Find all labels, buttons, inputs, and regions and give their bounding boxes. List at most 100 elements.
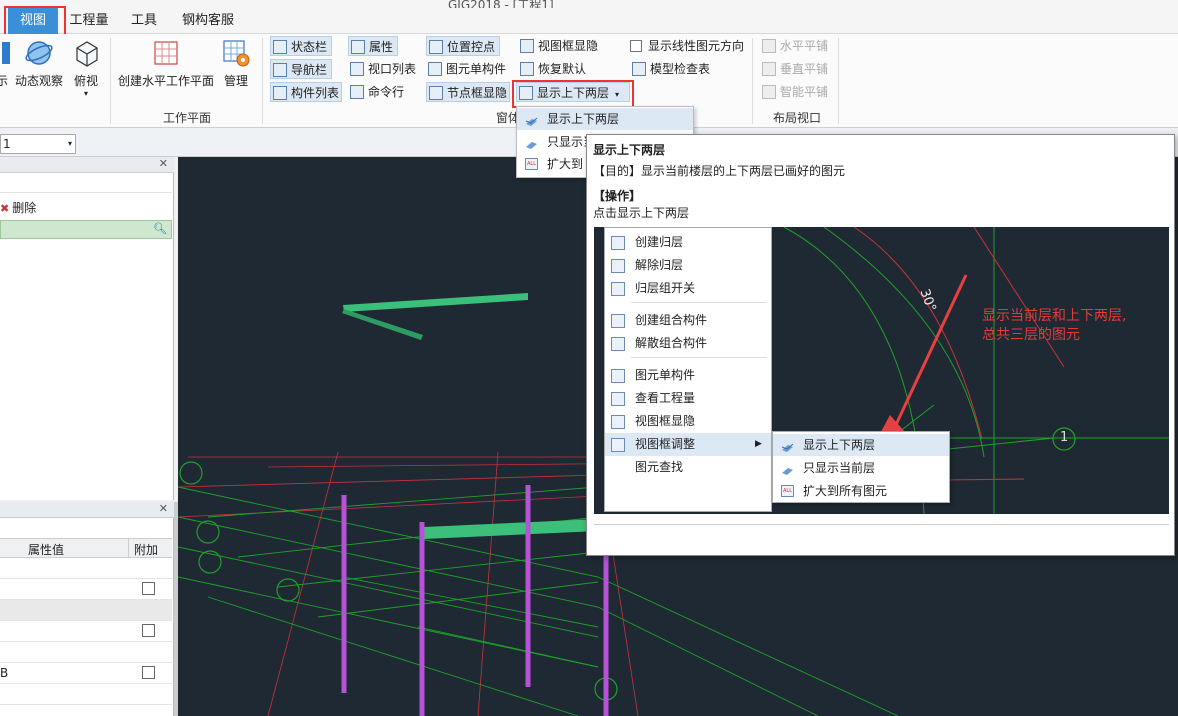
node-frame-label: 节点框显隐 [447,86,508,100]
command-line-button[interactable]: 命令行 [348,82,412,102]
column-header-extra: 附加 [134,543,159,557]
submenu-arrow-icon: ▶ [755,439,762,449]
vertical-tile-label: 垂直平铺 [780,62,829,76]
property-row[interactable] [0,600,172,621]
delete-button[interactable]: ✖ 删除 [0,199,36,216]
group-separator [262,38,263,124]
tab-tools[interactable]: 工具 [122,8,166,34]
vertical-tile-button[interactable]: 垂直平铺 [760,59,832,79]
property-row[interactable] [0,558,172,579]
submenu-item-current-layer[interactable]: 只显示当前层 [773,457,949,479]
viewframe-submenu: 显示上下两层 只显示当前层 ALL 扩大到所有图元 [772,431,950,503]
restore-default-button[interactable]: 恢复默认 [518,59,592,79]
extra-checkbox[interactable] [142,624,155,637]
smart-tile-button[interactable]: 智能平铺 [760,82,832,102]
menu-item-single-element[interactable]: 图元单构件 [605,364,771,387]
property-panel: ✕ 属性值 附加 B [0,502,174,716]
axis-circles [179,461,618,701]
menu-item-view-quantity[interactable]: 查看工程量 [605,387,771,410]
floor-select[interactable]: 1 ▾ [0,134,76,154]
command-line-label: 命令行 [368,85,405,99]
property-row[interactable] [0,684,172,705]
column-divider [128,539,129,558]
menu-item-layer-switch[interactable]: 归层组开关 [605,277,771,300]
top-view-button[interactable]: 俯视 ▾ [70,38,102,98]
viewframe-hide-icon [520,39,534,53]
dynamic-observe-button[interactable]: 动态观察 [14,38,64,89]
menu-item-label: 归层组开关 [635,281,696,295]
property-grid-header: 属性值 附加 [0,538,172,558]
group-label-workplane: 工作平面 [163,111,212,125]
show-direction-checkbox[interactable]: 显示线性图元方向 [628,36,748,56]
menu-item-release-layer-group[interactable]: 解除归层 [605,254,771,277]
menu-separator [631,357,767,358]
submenu-item-expand-all[interactable]: ALL 扩大到所有图元 [773,480,949,502]
extra-checkbox[interactable] [142,666,155,679]
viewport-list-icon [350,62,364,76]
show-direction-label: 显示线性图元方向 [648,39,745,53]
tab-steel-service[interactable]: 钢构客服 [176,8,240,34]
menu-item-label: 视图框显隐 [635,414,696,428]
properties-button[interactable]: 属性 [348,36,398,56]
chevron-down-icon: ▾ [67,139,72,148]
partial-button[interactable]: 示 [0,38,10,89]
submenu-item-show-two-layers[interactable]: 显示上下两层 [773,434,949,456]
viewframe-hide-button[interactable]: 视图框显隐 [518,36,604,56]
menu-item-dissolve-combo[interactable]: 解散组合构件 [605,332,771,355]
menu-item-viewframe-adjust[interactable]: 视图框调整 ▶ [605,433,771,456]
menu-item-create-combo[interactable]: 创建组合构件 [605,309,771,332]
restore-default-icon [520,62,534,76]
property-panel-header: ✕ [0,502,174,518]
menu-item-label: 扩大到 [547,157,584,171]
show-direction-check-icon[interactable] [630,40,642,52]
status-bar-label: 状态栏 [291,40,328,54]
close-icon[interactable]: ✕ [159,502,168,515]
layer-icon [781,462,794,475]
tooltip-divider [594,524,1169,525]
property-row[interactable] [0,642,172,663]
tab-view-highlight-box [4,6,66,36]
component-list-button[interactable]: 构件列表 [270,82,342,102]
single-element-icon [428,62,442,76]
menu-item-show-two-layers[interactable]: 显示上下两层 [517,108,693,130]
menu-item-label: 扩大到所有图元 [803,484,888,498]
property-row[interactable]: B [0,663,172,684]
create-combo-icon [611,314,625,328]
model-check-label: 模型检查表 [650,62,711,76]
delete-label: 删除 [12,201,37,215]
create-workplane-button[interactable]: 创建水平工作平面 [116,38,216,89]
menu-item-viewframe-hide[interactable]: 视图框显隐 [605,410,771,433]
horizontal-tile-button[interactable]: 水平平铺 [760,36,832,56]
property-row[interactable] [0,579,172,600]
node-frame-button[interactable]: 节点框显隐 [426,82,510,102]
model-check-icon [632,62,646,76]
viewport-list-label: 视口列表 [368,62,417,76]
menu-item-create-layer-group[interactable]: 创建归层 [605,231,771,254]
status-bar-icon [273,40,287,54]
extra-checkbox[interactable] [142,582,155,595]
single-element-button[interactable]: 图元单构件 [426,59,512,79]
search-input[interactable]: 🔍︎ [0,220,172,239]
properties-icon [351,40,365,54]
show-two-layers-highlight-box [512,80,634,108]
menu-item-label: 解除归层 [635,258,684,272]
menu-item-label: 只显示当前层 [803,461,876,475]
viewport-list-button[interactable]: 视口列表 [348,59,422,79]
layer-switch-icon [611,282,625,296]
tab-quantity[interactable]: 工程量 [62,8,116,34]
component-list-icon [273,86,287,100]
nav-bar-button[interactable]: 导航栏 [270,59,332,79]
model-check-button[interactable]: 模型检查表 [630,59,716,79]
property-row[interactable] [0,621,172,642]
create-workplane-label: 创建水平工作平面 [117,74,214,88]
manage-button[interactable]: 管理 [218,38,254,89]
menu-item-find-element[interactable]: 图元查找 [605,456,771,479]
position-snap-button[interactable]: 位置控点 [426,36,500,56]
annotation-line: 总共三层的图元 [982,327,1080,343]
search-icon[interactable]: 🔍︎ [153,222,167,235]
quantity-icon [611,392,625,406]
close-icon[interactable]: ✕ [159,157,168,170]
status-bar-button[interactable]: 状态栏 [270,36,332,56]
menu-item-label: 创建组合构件 [635,313,708,327]
all-icon: ALL [525,158,538,170]
